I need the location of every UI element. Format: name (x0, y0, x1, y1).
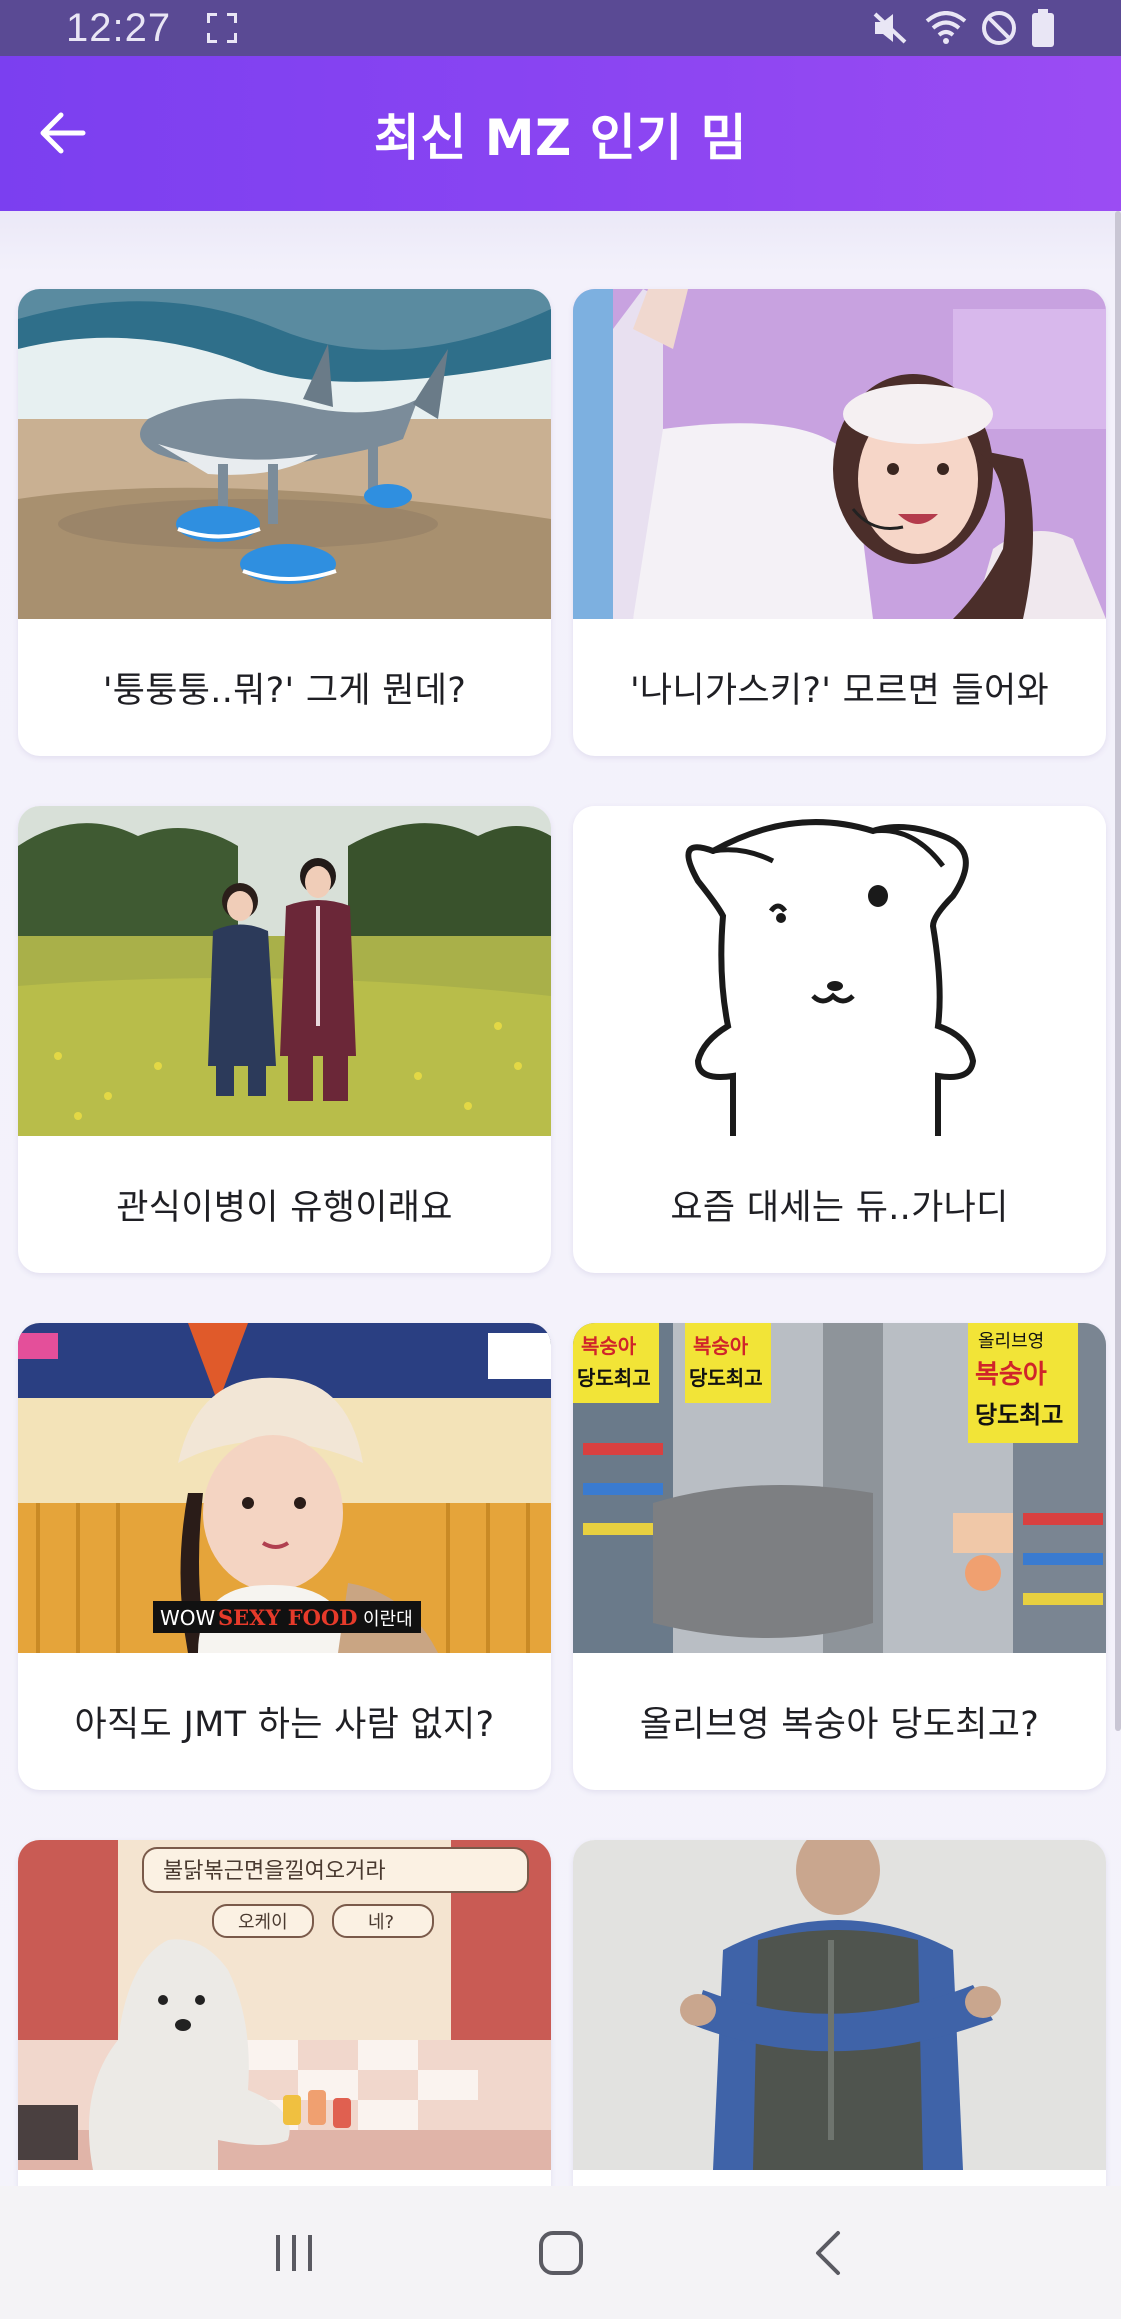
meme-image-puppy-counter: 불닭볶근면을낄여오거라 오케이 네? (18, 1840, 551, 2170)
sign-peach-1: 복숭아 (581, 1334, 637, 1358)
status-time: 12:27 (66, 5, 172, 50)
caption-wow: WOW (160, 1606, 216, 1630)
meme-card[interactable]: 불닭볶근면을낄여오거라 오케이 네? (18, 1840, 551, 2186)
page-title: 최신 MZ 인기 밈 (373, 108, 748, 167)
meme-title (18, 2170, 551, 2186)
status-bar: 12:27 (0, 0, 1121, 56)
meme-title: 관식이병이 유행이래요 (116, 1188, 453, 1228)
bubble-main: 불닭볶근면을낄여오거라 (163, 1859, 386, 1884)
bubble-yes: 네? (368, 1912, 394, 1933)
mute-icon (871, 10, 911, 46)
scrollbar[interactable] (1115, 211, 1121, 1731)
back-button[interactable] (30, 100, 96, 166)
screen-capture-icon (207, 13, 238, 43)
recent-apps-button[interactable] (254, 2213, 334, 2293)
bubble-ok: 오케이 (238, 1912, 288, 1933)
meme-image-puppy-drawing (573, 806, 1106, 1136)
meme-card[interactable]: '퉁퉁퉁..뭐?' 그게 뭔데? (18, 289, 551, 756)
caption-end: 이란대 (363, 1609, 413, 1630)
recent-apps-icon (275, 2234, 312, 2271)
meme-grid: '퉁퉁퉁..뭐?' 그게 뭔데? '나니가스키?' 모르면 들어와 관식이병이 … (18, 289, 1108, 2186)
meme-card[interactable] (573, 1840, 1106, 2186)
home-button[interactable] (521, 2213, 601, 2293)
app-bar: 최신 MZ 인기 밈 (0, 56, 1121, 211)
meme-title (573, 2170, 1106, 2186)
meme-title: '나니가스키?' 모르면 들어와 (629, 671, 1050, 711)
sign-peach-2: 복숭아 (693, 1334, 749, 1358)
meme-image-shark (18, 289, 551, 619)
sign-brand: 올리브영 (978, 1331, 1044, 1352)
back-icon (815, 2230, 840, 2275)
meme-card[interactable]: '나니가스키?' 모르면 들어와 (573, 289, 1106, 756)
meme-card[interactable]: 관식이병이 유행이래요 (18, 806, 551, 1273)
meme-card[interactable]: 요즘 대세는 듀..가나디 (573, 806, 1106, 1273)
system-back-button[interactable] (788, 2213, 868, 2293)
arrow-left-icon (40, 112, 86, 154)
meme-card[interactable]: 복숭아 당도최고 복숭아 당도최고 올리브영 복숭아 당도최고 올리브영 복숭아… (573, 1323, 1106, 1790)
wifi-icon (925, 11, 967, 45)
meme-image-idol (573, 289, 1106, 619)
meme-title: 올리브영 복숭아 당도최고? (639, 1705, 1040, 1745)
caption-sexy-food: SEXY FOOD (218, 1605, 357, 1630)
do-not-disturb-icon (981, 10, 1017, 46)
meme-image-woman-cap: WOW SEXY FOOD 이란대 (18, 1323, 551, 1653)
meme-card[interactable]: WOW SEXY FOOD 이란대 아직도 JMT 하는 사람 없지? (18, 1323, 551, 1790)
battery-icon (1031, 9, 1055, 47)
meme-image-store: 복숭아 당도최고 복숭아 당도최고 올리브영 복숭아 당도최고 (573, 1323, 1106, 1653)
status-left: 12:27 (66, 5, 238, 51)
sign-peach-3: 복숭아 (975, 1360, 1047, 1390)
meme-list[interactable]: '퉁퉁퉁..뭐?' 그게 뭔데? '나니가스키?' 모르면 들어와 관식이병이 … (0, 211, 1121, 2186)
home-icon (538, 2230, 583, 2275)
meme-image-man-vest (573, 1840, 1106, 2170)
status-right (871, 9, 1055, 47)
sign-sweet-3: 당도최고 (975, 1401, 1063, 1429)
sign-sweet-1: 당도최고 (577, 1366, 651, 1390)
sign-sweet-2: 당도최고 (689, 1366, 763, 1390)
meme-title: 요즘 대세는 듀..가나디 (670, 1188, 1009, 1228)
navigation-bar (0, 2186, 1121, 2319)
meme-title: '퉁퉁퉁..뭐?' 그게 뭔데? (102, 671, 467, 711)
meme-image-couple (18, 806, 551, 1136)
meme-title: 아직도 JMT 하는 사람 없지? (74, 1705, 495, 1745)
